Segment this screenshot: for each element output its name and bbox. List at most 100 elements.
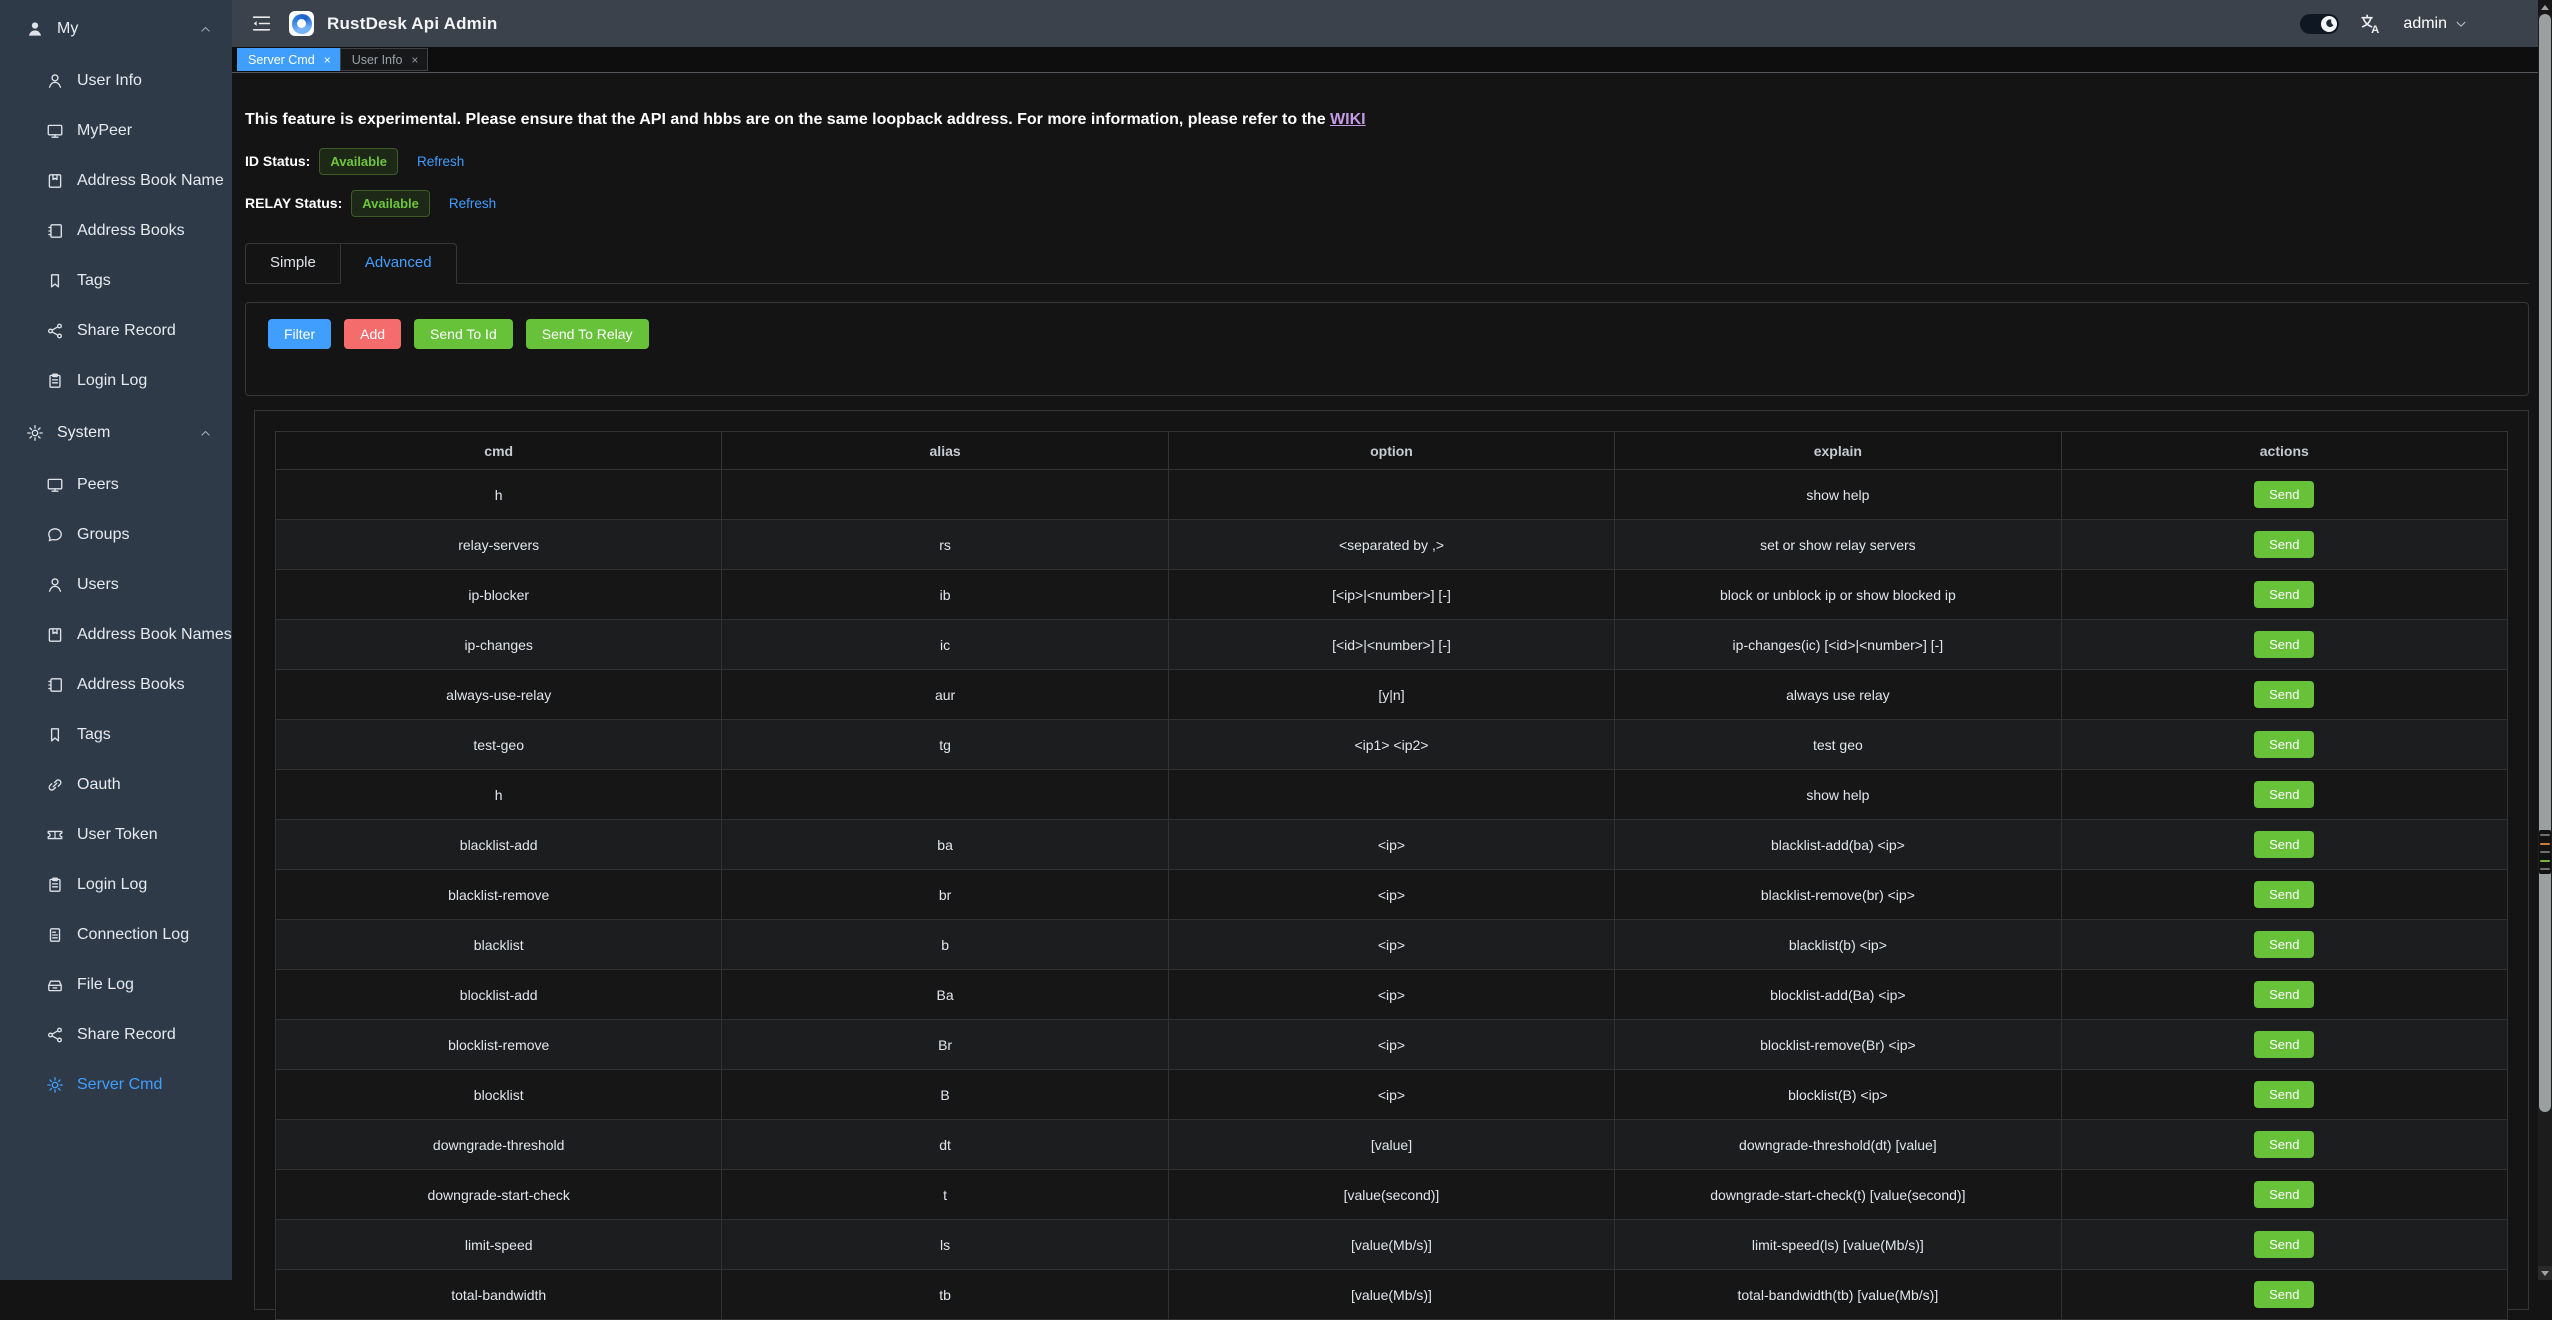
send-button[interactable]: Send xyxy=(2254,981,2314,1008)
cell-explain: blocklist-remove(Br) <ip> xyxy=(1615,1020,2061,1070)
cell-actions: Send xyxy=(2061,920,2507,970)
user-menu[interactable]: admin xyxy=(2403,15,2468,33)
send-button[interactable]: Send xyxy=(2254,681,2314,708)
sidebar-item-label: Address Books xyxy=(77,676,185,694)
up-triangle-icon xyxy=(2541,5,2549,10)
sidebar-section-system[interactable]: System xyxy=(0,406,232,460)
sidebar-item-share-record[interactable]: Share Record xyxy=(0,1010,232,1060)
send-button[interactable]: Send xyxy=(2254,731,2314,758)
marker-line xyxy=(2540,868,2550,870)
send-button[interactable]: Send xyxy=(2254,1181,2314,1208)
table-row: blacklistb<ip>blacklist(b) <ip>Send xyxy=(276,920,2508,970)
send-button[interactable]: Send xyxy=(2254,931,2314,958)
monitor-icon xyxy=(46,476,64,494)
column-header-actions: actions xyxy=(2061,432,2507,470)
cell-option: [value(Mb/s)] xyxy=(1168,1270,1614,1320)
send-button[interactable]: Send xyxy=(2254,1131,2314,1158)
send-button[interactable]: Send xyxy=(2254,481,2314,508)
cell-explain: ip-changes(ic) [<id>|<number>] [-] xyxy=(1615,620,2061,670)
sidebar-item-share-record[interactable]: Share Record xyxy=(0,306,232,356)
send-button[interactable]: Send xyxy=(2254,531,2314,558)
theme-toggle[interactable] xyxy=(2300,14,2339,34)
sidebar-item-address-books[interactable]: Address Books xyxy=(0,206,232,256)
sidebar-item-server-cmd[interactable]: Server Cmd xyxy=(0,1060,232,1110)
sidebar: MyUser InfoMyPeerAddress Book NameAddres… xyxy=(0,0,232,1280)
scrollbar-thumb[interactable] xyxy=(2539,14,2551,1112)
send-button[interactable]: Send xyxy=(2254,581,2314,608)
cell-alias: ls xyxy=(722,1220,1168,1270)
sidebar-item-login-log[interactable]: Login Log xyxy=(0,356,232,406)
scrollbar-marker xyxy=(2539,830,2551,874)
sidebar-section-label: My xyxy=(57,20,78,38)
collapse-sidebar-icon[interactable] xyxy=(251,13,272,34)
wiki-link[interactable]: WIKI xyxy=(1330,111,1366,128)
tab-close-icon[interactable]: × xyxy=(324,54,331,66)
refresh-link[interactable]: Refresh xyxy=(417,154,464,169)
mode-tabs: SimpleAdvanced xyxy=(245,243,2529,284)
scroll-down-arrow[interactable] xyxy=(2538,1266,2552,1280)
sidebar-item-user-info[interactable]: User Info xyxy=(0,56,232,106)
sidebar-item-peers[interactable]: Peers xyxy=(0,460,232,510)
cell-option: [value(second)] xyxy=(1168,1170,1614,1220)
cell-option: [value(Mb/s)] xyxy=(1168,1220,1614,1270)
tab-close-icon[interactable]: × xyxy=(411,54,418,66)
tab-server-cmd[interactable]: Server Cmd× xyxy=(237,48,340,71)
cell-alias: b xyxy=(722,920,1168,970)
tab-user-info[interactable]: User Info× xyxy=(340,48,429,71)
sidebar-item-login-log[interactable]: Login Log xyxy=(0,860,232,910)
mode-tab-simple[interactable]: Simple xyxy=(245,243,341,283)
sidebar-section-my[interactable]: My xyxy=(0,2,232,56)
send-to-relay-button[interactable]: Send To Relay xyxy=(526,319,649,349)
send-button[interactable]: Send xyxy=(2254,781,2314,808)
sidebar-item-oauth[interactable]: Oauth xyxy=(0,760,232,810)
cell-option: <ip> xyxy=(1168,1070,1614,1120)
sidebar-item-groups[interactable]: Groups xyxy=(0,510,232,560)
share-icon xyxy=(46,322,64,340)
table-row: downgrade-start-checkt[value(second)]dow… xyxy=(276,1170,2508,1220)
cell-option: <ip> xyxy=(1168,870,1614,920)
sidebar-item-users[interactable]: Users xyxy=(0,560,232,610)
cell-alias: ba xyxy=(722,820,1168,870)
sidebar-item-address-book-name[interactable]: Address Book Name xyxy=(0,156,232,206)
sidebar-item-mypeer[interactable]: MyPeer xyxy=(0,106,232,156)
cell-cmd: test-geo xyxy=(276,720,722,770)
send-button[interactable]: Send xyxy=(2254,1231,2314,1258)
sidebar-item-address-book-names[interactable]: Address Book Names xyxy=(0,610,232,660)
sidebar-item-user-token[interactable]: User Token xyxy=(0,810,232,860)
column-header-explain: explain xyxy=(1615,432,2061,470)
sidebar-item-address-books[interactable]: Address Books xyxy=(0,660,232,710)
page-scrollbar[interactable] xyxy=(2538,0,2552,1280)
mode-tab-advanced[interactable]: Advanced xyxy=(340,243,457,284)
sidebar-item-file-log[interactable]: File Log xyxy=(0,960,232,1010)
book-icon xyxy=(46,626,64,644)
sidebar-item-tags[interactable]: Tags xyxy=(0,710,232,760)
send-button[interactable]: Send xyxy=(2254,631,2314,658)
cell-cmd: blocklist xyxy=(276,1070,722,1120)
table-row: ip-changesic[<id>|<number>] [-]ip-change… xyxy=(276,620,2508,670)
sidebar-item-tags[interactable]: Tags xyxy=(0,256,232,306)
status-badge: Available xyxy=(319,148,398,175)
cell-cmd: blocklist-remove xyxy=(276,1020,722,1070)
add-button[interactable]: Add xyxy=(344,319,401,349)
cell-actions: Send xyxy=(2061,1020,2507,1070)
send-to-id-button[interactable]: Send To Id xyxy=(414,319,513,349)
drawer-icon xyxy=(46,976,64,994)
send-button[interactable]: Send xyxy=(2254,1081,2314,1108)
sidebar-item-label: Peers xyxy=(77,476,119,494)
scroll-up-arrow[interactable] xyxy=(2538,0,2552,14)
sidebar-item-label: Tags xyxy=(77,726,111,744)
filter-button[interactable]: Filter xyxy=(268,319,331,349)
send-button[interactable]: Send xyxy=(2254,1281,2314,1308)
sidebar-item-connection-log[interactable]: Connection Log xyxy=(0,910,232,960)
link-icon xyxy=(46,776,64,794)
cell-actions: Send xyxy=(2061,620,2507,670)
refresh-link[interactable]: Refresh xyxy=(449,196,496,211)
send-button[interactable]: Send xyxy=(2254,831,2314,858)
translate-icon[interactable]: A xyxy=(2359,13,2381,35)
cell-cmd: always-use-relay xyxy=(276,670,722,720)
cell-actions: Send xyxy=(2061,870,2507,920)
send-button[interactable]: Send xyxy=(2254,881,2314,908)
send-button[interactable]: Send xyxy=(2254,1031,2314,1058)
cell-actions: Send xyxy=(2061,1170,2507,1220)
cell-explain: blacklist-add(ba) <ip> xyxy=(1615,820,2061,870)
